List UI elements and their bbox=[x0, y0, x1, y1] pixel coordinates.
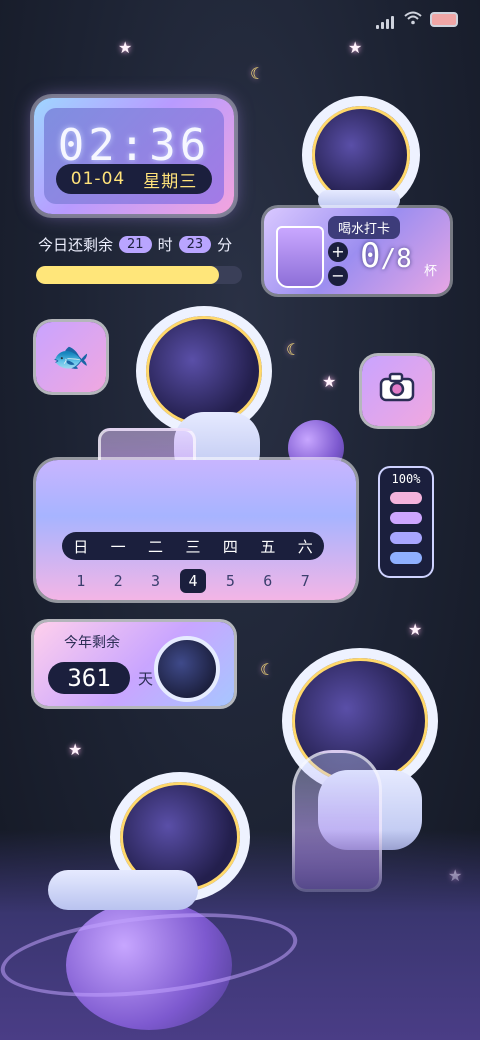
year-remaining-widget[interactable]: 今年剩余 361 天 bbox=[34, 622, 234, 706]
hours-remaining: 21 bbox=[119, 236, 152, 253]
battery-segment bbox=[390, 492, 422, 504]
hours-unit: 时 bbox=[157, 236, 173, 254]
star-icon: ★ bbox=[68, 740, 83, 759]
date-cell: 6 bbox=[263, 572, 273, 590]
wifi-icon bbox=[404, 10, 422, 29]
water-unit: 杯 bbox=[424, 264, 438, 279]
battery-segment bbox=[390, 532, 422, 544]
water-buttons: + − bbox=[328, 242, 348, 286]
star-icon: ★ bbox=[118, 38, 133, 57]
water-total: /8 bbox=[380, 244, 412, 274]
astronaut-body bbox=[318, 190, 400, 210]
water-tracker-widget[interactable]: 喝水打卡 + − 0/8 杯 bbox=[264, 208, 450, 294]
day-progress-bar bbox=[36, 266, 242, 284]
weekday-label: 三 bbox=[185, 537, 201, 556]
app-icon-mascot[interactable]: 🐟 bbox=[36, 322, 106, 392]
today-remaining: 今日还剩余 21 时 23 分 bbox=[38, 234, 232, 255]
remove-water-button[interactable]: − bbox=[328, 266, 348, 286]
star-icon: ★ bbox=[322, 372, 337, 391]
day-progress-fill bbox=[36, 266, 220, 284]
star-icon: ★ bbox=[348, 38, 363, 57]
date-cell: 2 bbox=[113, 572, 123, 590]
mascot-icon: 🐟 bbox=[52, 339, 90, 375]
battery-percent: 100% bbox=[391, 472, 421, 486]
clock-widget[interactable]: 02:36 01-04 星期三 bbox=[34, 98, 234, 214]
battery-widget: 100% bbox=[380, 468, 432, 576]
app-icon-camera[interactable] bbox=[362, 356, 432, 426]
moon-icon: ☾ bbox=[260, 660, 275, 679]
date-cell: 5 bbox=[225, 572, 235, 590]
weekday-label: 六 bbox=[297, 537, 313, 556]
camera-icon bbox=[379, 372, 415, 410]
moon-icon: ☾ bbox=[250, 64, 265, 83]
weekday-label: 四 bbox=[222, 537, 238, 556]
weekday-label: 二 bbox=[148, 537, 164, 556]
weekday-label: 一 bbox=[110, 537, 126, 556]
weekday-label: 日 bbox=[73, 537, 89, 556]
week-calendar-widget[interactable]: 日 一 二 三 四 五 六 1 2 3 4 5 6 7 bbox=[36, 460, 356, 600]
water-current: 0 bbox=[360, 236, 381, 276]
clock-date: 01-04 bbox=[70, 169, 126, 189]
year-remaining-unit: 天 bbox=[138, 670, 154, 688]
status-bar bbox=[376, 10, 458, 29]
battery-segment bbox=[390, 552, 422, 564]
battery-segment bbox=[390, 512, 422, 524]
today-remaining-label: 今日还剩余 bbox=[38, 236, 114, 254]
clock-face: 02:36 01-04 星期三 bbox=[44, 108, 224, 204]
date-cell: 7 bbox=[300, 572, 310, 590]
year-remaining-days: 361 bbox=[48, 662, 130, 694]
battery-icon bbox=[430, 12, 458, 27]
star-icon: ★ bbox=[408, 620, 423, 639]
weekday-header: 日 一 二 三 四 五 六 bbox=[62, 532, 324, 560]
clock-date-bar: 01-04 星期三 bbox=[56, 164, 212, 194]
cup-icon bbox=[276, 226, 324, 288]
moon-icon: ☾ bbox=[286, 340, 301, 359]
astronaut-icon bbox=[154, 636, 220, 702]
water-count: 0/8 bbox=[360, 236, 412, 276]
date-cell: 1 bbox=[76, 572, 86, 590]
astronaut-body bbox=[48, 870, 198, 910]
date-cell-today: 4 bbox=[179, 569, 206, 593]
minutes-remaining: 23 bbox=[178, 236, 212, 253]
weekday-label: 五 bbox=[260, 537, 276, 556]
year-remaining-title: 今年剩余 bbox=[64, 635, 120, 651]
signal-icon bbox=[376, 10, 396, 29]
date-row: 1 2 3 4 5 6 7 bbox=[62, 568, 324, 594]
add-water-button[interactable]: + bbox=[328, 242, 348, 262]
minutes-unit: 分 bbox=[217, 236, 233, 254]
clock-weekday: 星期三 bbox=[143, 171, 198, 192]
date-cell: 3 bbox=[151, 572, 161, 590]
